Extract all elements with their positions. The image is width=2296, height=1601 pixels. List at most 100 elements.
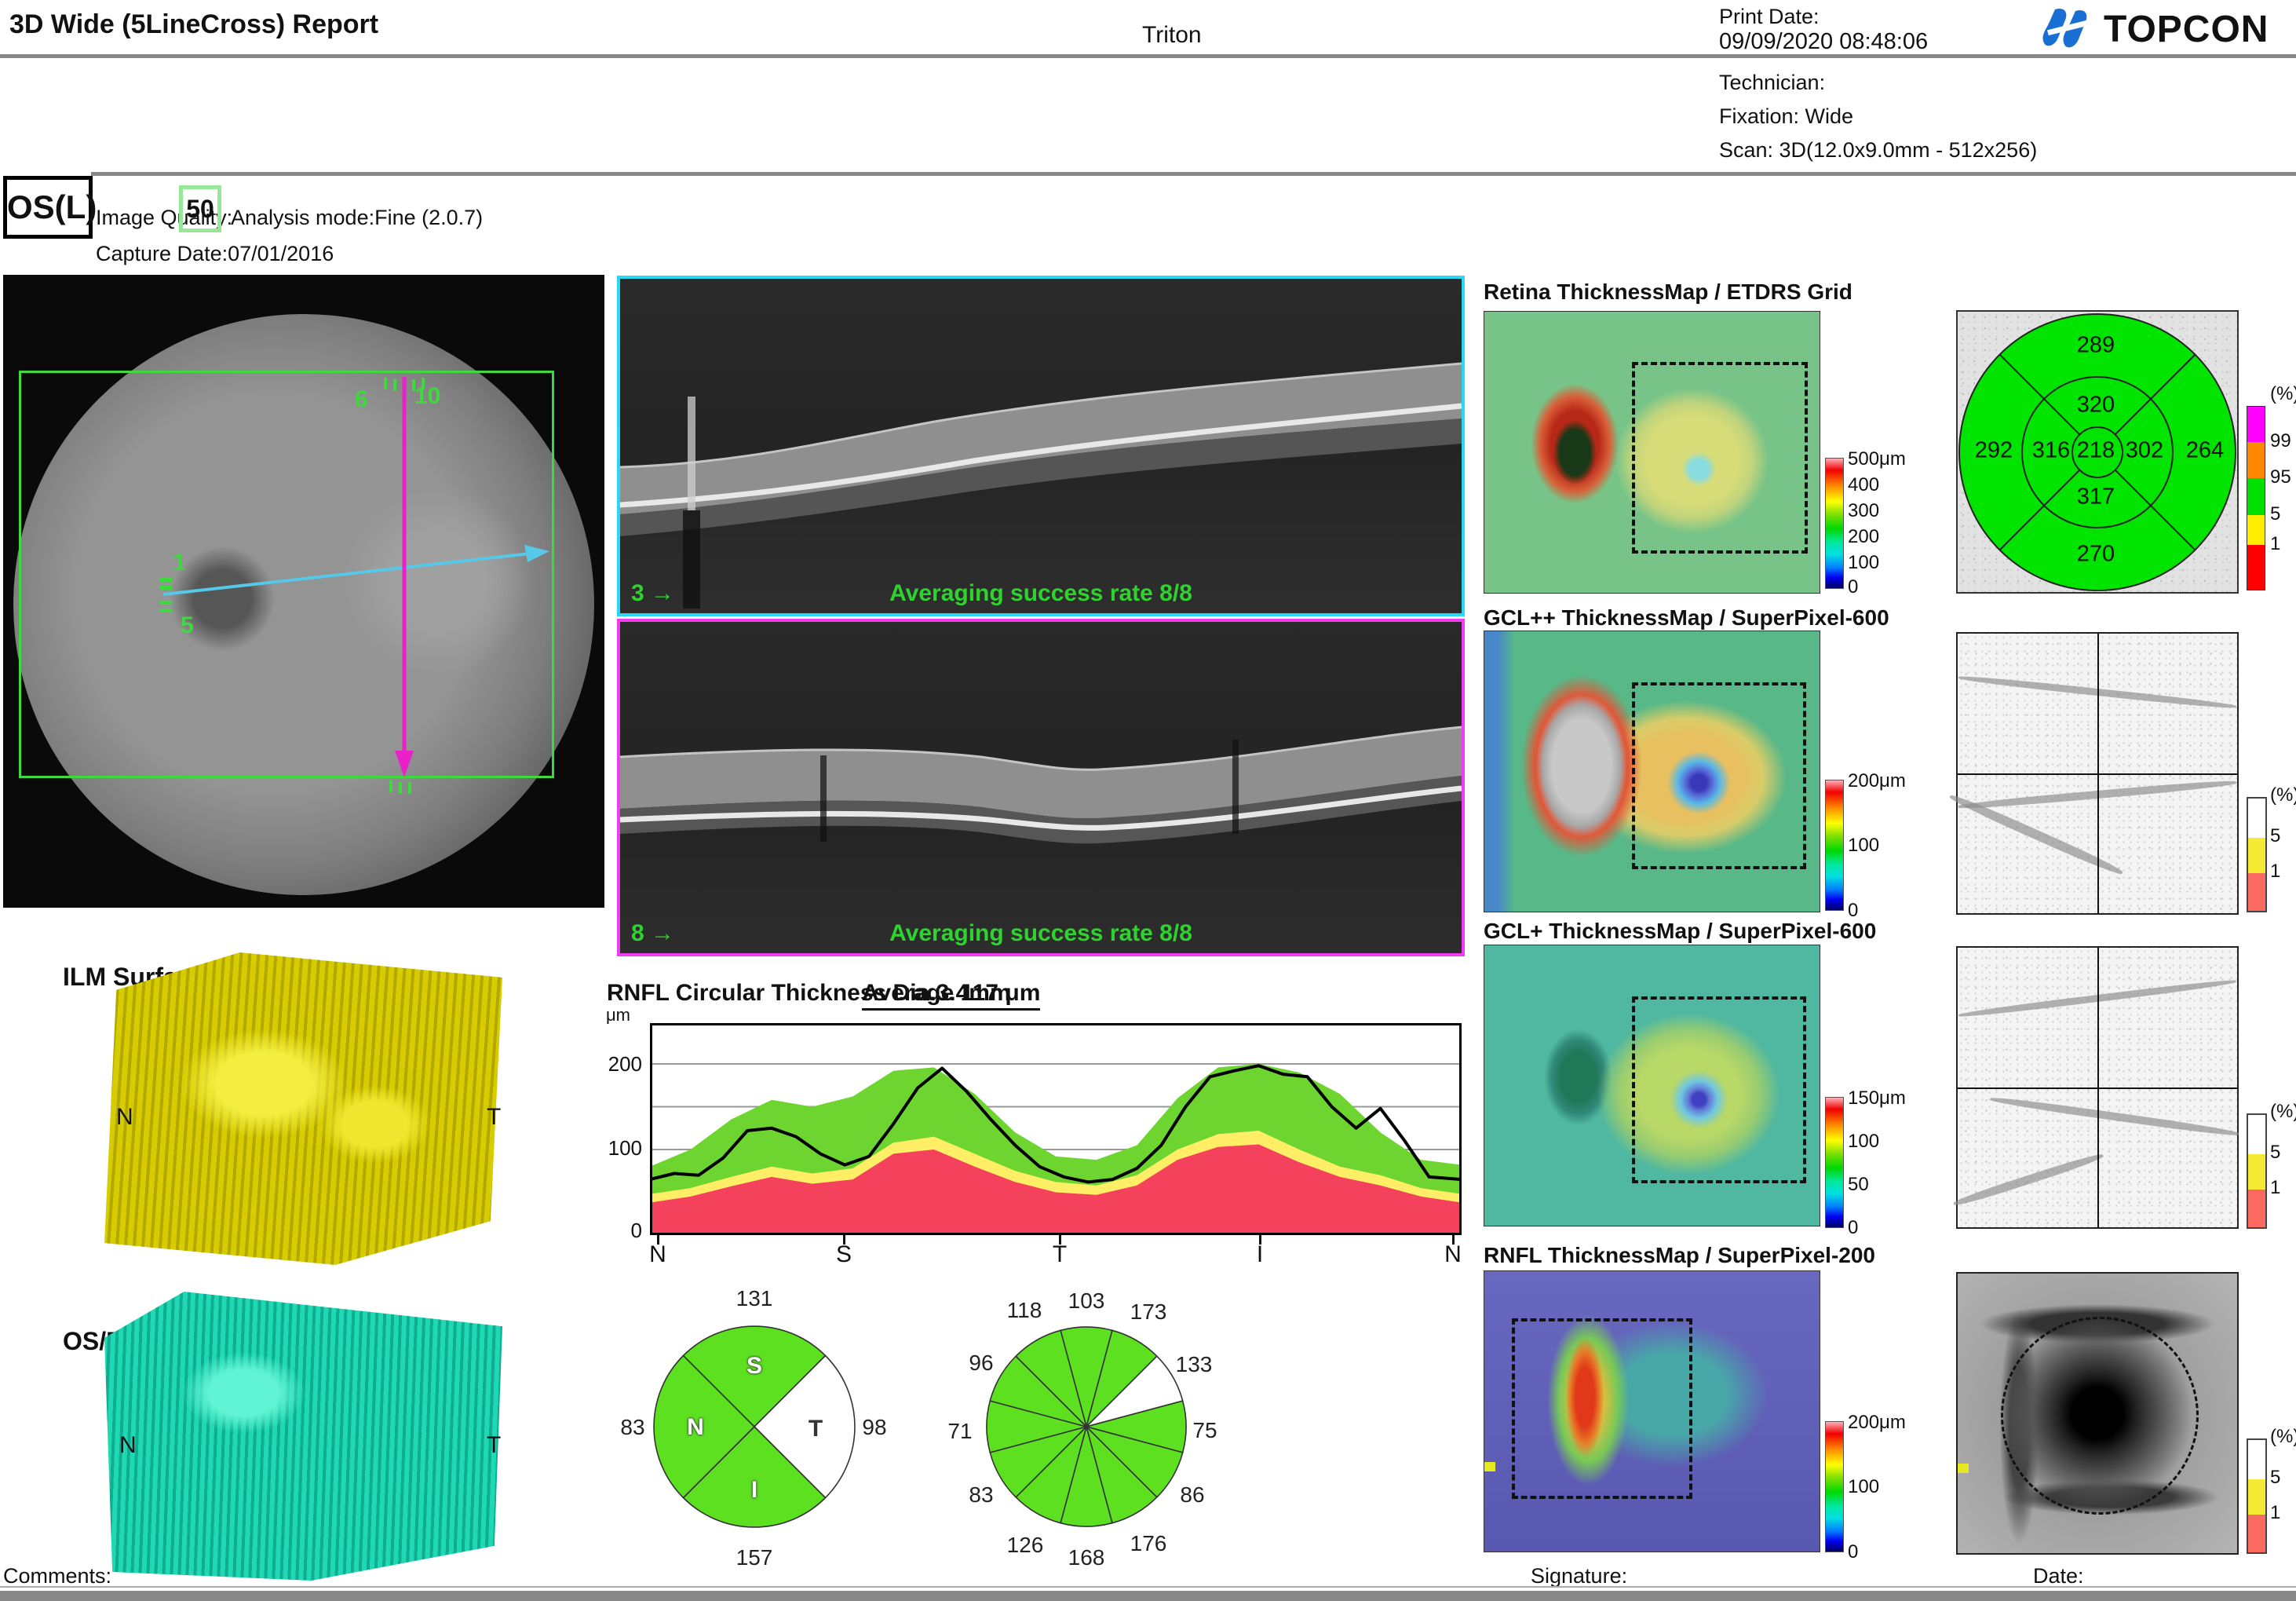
percent-label: 1 [2270, 1177, 2280, 1199]
date-label: Date: [2033, 1564, 2084, 1588]
percent-label: 5 [2270, 1467, 2280, 1489]
analysis-area-outline [1632, 682, 1806, 869]
clock-value-9: 71 [947, 1419, 972, 1444]
percent-title: (%) [2270, 1101, 2296, 1123]
clock-value-1: 173 [1130, 1299, 1167, 1325]
quadrant-letter-i: I [751, 1477, 757, 1504]
scan-line-number-1: 1 [173, 550, 186, 576]
rnfl-thickness-chart [650, 1023, 1462, 1235]
topcon-logo [2041, 6, 2099, 56]
scale-label: 100 [1848, 835, 1879, 857]
topcon-logo-text: TOPCON [2104, 8, 2269, 51]
percent-label: 5 [2270, 1142, 2280, 1164]
device-name: Triton [1142, 22, 1202, 49]
clock-value-12: 103 [1068, 1288, 1105, 1314]
percent-title: (%) [2270, 383, 2296, 405]
grid-cross [1958, 1087, 2237, 1089]
scale-label: 200μm [1848, 770, 1906, 792]
etdrs-inner-right: 302 [2126, 438, 2163, 464]
clock-value-7: 126 [1007, 1533, 1044, 1558]
analysis-area-outline [1512, 1318, 1692, 1499]
disc-dashed-circle [2001, 1317, 2199, 1515]
gclpp-map-title: GCL++ ThicknessMap / SuperPixel-600 [1484, 605, 1889, 631]
rnfl-disc-photo [1956, 1272, 2239, 1555]
analysis-area-outline [1632, 996, 1806, 1183]
scan-tick [159, 609, 172, 612]
print-date-label: Print Date: [1719, 5, 1820, 29]
percent-label: 1 [2270, 1502, 2280, 1524]
technician-label: Technician: [1719, 71, 1825, 95]
quadrant-letter-s: S [746, 1353, 762, 1380]
scale-label: 400 [1848, 474, 1879, 496]
rnfl-map-title: RNFL ThicknessMap / SuperPixel-200 [1484, 1243, 1875, 1268]
scale-label: 100 [1848, 552, 1879, 574]
eye-badge: OS(L) [3, 176, 93, 239]
percent-title: (%) [2270, 1426, 2296, 1448]
scale-label: 0 [1848, 1217, 1858, 1239]
clock-value-5: 176 [1130, 1531, 1167, 1556]
scale-label: 100 [1848, 1131, 1879, 1153]
scan-tick [384, 378, 387, 389]
scale-label: 0 [1848, 576, 1858, 598]
section-marker [1958, 1464, 1969, 1473]
quadrant-value-n: 83 [620, 1415, 644, 1440]
clock-value-2: 133 [1176, 1352, 1213, 1377]
retina-thickness-map-image [1484, 311, 1820, 594]
rnfl-y-unit: μm [606, 1005, 630, 1025]
header-divider-bottom [91, 172, 2296, 176]
percent-title: (%) [2270, 784, 2296, 806]
etdrs-outer-right: 264 [2186, 438, 2224, 464]
osrpe-surface-render [104, 1292, 502, 1581]
etdrs-center: 218 [2077, 438, 2115, 464]
scan-tick [408, 782, 411, 794]
scan-tick [159, 578, 172, 582]
topcon-logo-icon [2041, 6, 2099, 52]
footer-bar [0, 1591, 2296, 1601]
print-date-value: 09/09/2020 08:48:06 [1719, 29, 1928, 55]
scale-label: 200 [1848, 526, 1879, 548]
retina-map-colorbar [1825, 458, 1844, 589]
rnfl-ytick-0: 0 [597, 1219, 642, 1243]
rnfl-thickness-map-image [1484, 1270, 1820, 1552]
clock-value-4: 86 [1180, 1482, 1204, 1508]
rnfl-ytick-100: 100 [597, 1136, 642, 1161]
percent-label: 5 [2270, 503, 2280, 525]
gclp-thickness-map-image [1484, 945, 1820, 1226]
ilm-surface-render [104, 952, 502, 1265]
oct-bscan-vertical: 8 → Averaging success rate 8/8 [617, 619, 1465, 956]
rnfl-xlabel-n2: N [1444, 1241, 1462, 1268]
scan-tick [393, 379, 396, 391]
clock-value-8: 83 [969, 1482, 993, 1508]
oct-bscan-image [620, 622, 1462, 953]
scan-line-number-6: 6 [355, 386, 368, 413]
quadrant-value-t: 98 [862, 1415, 886, 1440]
percent-label: 95 [2270, 466, 2291, 488]
gclpp-thickness-map-image [1484, 631, 1820, 912]
averaging-note: Averaging success rate 8/8 [620, 920, 1462, 947]
scale-label: 500μm [1848, 448, 1906, 470]
scan-tick [159, 586, 172, 590]
scale-label: 300 [1848, 500, 1879, 522]
gclpp-map-colorbar [1825, 780, 1844, 911]
rnfl-xlabel-n1: N [649, 1241, 666, 1268]
etdrs-outer-top: 289 [2077, 333, 2115, 359]
fundus-image: 6 10 1 5 [3, 275, 604, 908]
scan-line-number-5: 5 [181, 612, 194, 639]
scale-label: 150μm [1848, 1087, 1906, 1109]
capture-date-label: Capture Date:07/01/2016 [96, 242, 334, 266]
image-quality-value: 50 [179, 185, 221, 232]
quadrant-value-i: 157 [736, 1545, 773, 1570]
osrpe-temporal-label: T [487, 1432, 501, 1459]
clock-value-6: 168 [1068, 1545, 1105, 1570]
comments-label: Comments: [3, 1564, 111, 1588]
scale-label: 0 [1848, 1541, 1858, 1563]
scale-label: 50 [1848, 1174, 1869, 1196]
report-page: 3D Wide (5LineCross) Report Triton Print… [0, 0, 2296, 1601]
rnfl-average-value: Average 117 μm [862, 980, 1040, 1011]
scan-tick [389, 780, 392, 792]
oct-bscan-image [620, 279, 1462, 613]
retina-map-title: Retina ThicknessMap / ETDRS Grid [1484, 280, 1852, 305]
analysis-mode-label: Analysis mode:Fine (2.0.7) [231, 206, 483, 230]
etdrs-percent-colorbar [2247, 406, 2265, 590]
osrpe-nasal-label: N [119, 1432, 137, 1459]
